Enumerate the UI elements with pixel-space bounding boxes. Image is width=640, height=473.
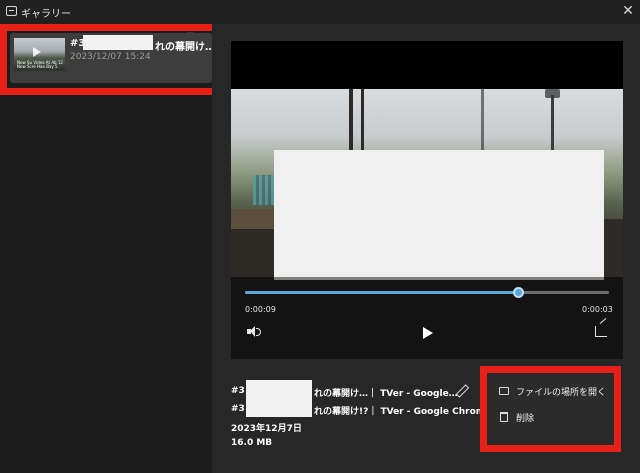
edit-icon[interactable] — [456, 385, 467, 396]
info-size: 16.0 MB — [231, 438, 273, 448]
redacted-title — [246, 397, 312, 417]
info-number: #3 — [231, 404, 245, 414]
volume-icon[interactable] — [247, 326, 261, 338]
close-icon[interactable]: ✕ — [620, 3, 636, 19]
player-controls — [231, 277, 623, 359]
play-icon[interactable] — [423, 327, 433, 339]
redacted-title — [246, 380, 312, 397]
seek-handle[interactable] — [513, 287, 524, 298]
current-time: 0:00:09 — [245, 305, 276, 314]
seek-bar-progress — [245, 291, 518, 294]
highlight-box — [0, 24, 226, 95]
title-bar: ギャラリー ✕ — [0, 0, 640, 24]
info-title-full: れの幕開け!?｜ TVer - Google Chrome — [314, 407, 492, 417]
info-title-short: れの幕開け…｜ TVer - Google… — [314, 389, 458, 399]
remaining-time: 0:00:03 — [582, 305, 613, 314]
redacted-area — [274, 150, 604, 280]
info-date: 2023年12月7日 — [231, 424, 302, 434]
share-icon[interactable] — [595, 326, 607, 337]
info-number: #3 — [231, 386, 245, 396]
window-title: ギャラリー — [21, 9, 71, 20]
gallery-app-icon — [6, 6, 17, 16]
highlight-box — [480, 366, 621, 452]
